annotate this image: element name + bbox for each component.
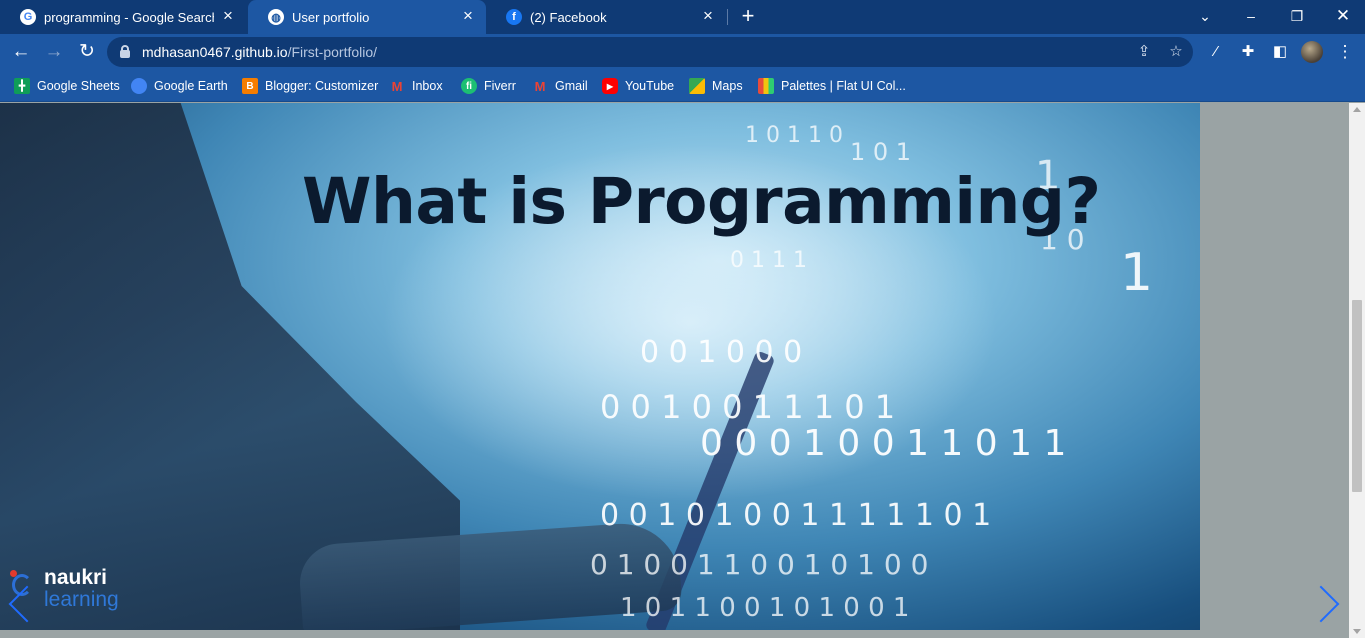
- binary-digits-graphic: 1: [1120, 243, 1154, 303]
- close-icon[interactable]: ×: [220, 7, 236, 24]
- close-icon[interactable]: ×: [460, 7, 476, 24]
- earth-icon: [131, 78, 147, 94]
- bookmark-label: Gmail: [555, 79, 588, 93]
- facebook-icon: f: [506, 9, 522, 25]
- address-bar[interactable]: mdhasan0467.github.io/First-portfolio/ ⇪…: [107, 37, 1193, 67]
- bookmark-palettes[interactable]: Palettes | Flat UI Col...: [758, 76, 906, 96]
- lock-icon[interactable]: [120, 45, 130, 58]
- restore-button[interactable]: ❐: [1284, 3, 1310, 29]
- bookmark-maps[interactable]: Maps: [689, 76, 743, 96]
- logo-line-1: naukri: [44, 566, 108, 589]
- close-window-button[interactable]: ✕: [1330, 3, 1356, 29]
- menu-kebab-icon[interactable]: ⋮: [1332, 39, 1358, 65]
- scroll-down-arrow-icon[interactable]: [1353, 629, 1361, 634]
- tab-search-icon[interactable]: ⌄: [1192, 3, 1218, 29]
- youtube-icon: ▶: [602, 78, 618, 94]
- profile-avatar[interactable]: [1301, 41, 1323, 63]
- new-tab-button[interactable]: +: [737, 5, 759, 27]
- forward-button[interactable]: →: [41, 39, 67, 65]
- binary-digits-graphic: 1 0 1 1 0 0 1 0 1 0 0 1: [620, 593, 910, 623]
- bookmark-label: Inbox: [412, 79, 443, 93]
- maps-icon: [689, 78, 705, 94]
- bookmark-label: Maps: [712, 79, 743, 93]
- binary-digits-graphic: 0 0 1 0 0 0: [640, 335, 803, 370]
- url-path: /First-portfolio/: [287, 44, 378, 60]
- bookmark-blogger[interactable]: B Blogger: Customizer: [242, 76, 378, 96]
- bookmark-label: Google Earth: [154, 79, 228, 93]
- page-scrollbar[interactable]: [1349, 103, 1365, 638]
- binary-digits-graphic: 0 1 1 1: [730, 248, 807, 273]
- carousel-prev-button[interactable]: [8, 583, 46, 627]
- bookmark-label: Blogger: Customizer: [265, 79, 379, 93]
- extensions-puzzle-icon[interactable]: ✚: [1235, 39, 1261, 65]
- hero-slide: 1 0 1 1 0 1 0 1 1 1 0 1 1 1 1 0 0 0 1 0 …: [0, 103, 1200, 630]
- url-text[interactable]: mdhasan0467.github.io/First-portfolio/: [142, 44, 377, 60]
- bookmark-label: Palettes | Flat UI Col...: [781, 79, 906, 93]
- bookmark-gmail[interactable]: M Gmail: [532, 76, 588, 96]
- bookmark-label: Google Sheets: [37, 79, 120, 93]
- bookmarks-bar: ╋ Google Sheets Google Earth B Blogger: …: [0, 70, 1365, 102]
- bookmark-label: Fiverr: [484, 79, 516, 93]
- back-button[interactable]: ←: [8, 39, 34, 65]
- url-host: mdhasan0467.github.io: [142, 44, 288, 60]
- tab-title: (2) Facebook: [530, 9, 607, 25]
- binary-digits-graphic: 0 1 0 0 1 1 0 0 1 0 1 0 0: [590, 548, 929, 581]
- sheets-icon: ╋: [14, 78, 30, 94]
- palettes-icon: [758, 78, 774, 94]
- reload-button[interactable]: ↻: [74, 39, 100, 65]
- globe-icon: ◍: [268, 9, 284, 25]
- tab-facebook[interactable]: f (2) Facebook ×: [486, 0, 726, 34]
- side-panel-icon[interactable]: ◧: [1267, 39, 1293, 65]
- tab-title: User portfolio: [292, 9, 370, 25]
- tab-title: programming - Google Search: [44, 9, 214, 25]
- binary-digits-graphic: 0 0 0 1 0 0 1 1 0 1 1: [700, 423, 1067, 464]
- binary-digits-graphic: 1 0 1 1 0: [745, 123, 843, 148]
- gmail-icon: M: [534, 78, 546, 94]
- blogger-icon: B: [242, 78, 258, 94]
- bookmark-fiverr[interactable]: fi Fiverr: [461, 76, 516, 96]
- bookmark-label: YouTube: [625, 79, 675, 93]
- share-icon[interactable]: ⇪: [1133, 41, 1155, 63]
- binary-digits-graphic: 0 0 1 0 0 1 1 1 0 1: [600, 388, 896, 426]
- bookmark-inbox[interactable]: M Inbox: [389, 76, 443, 96]
- scroll-up-arrow-icon[interactable]: [1353, 107, 1361, 112]
- gmail-icon: M: [391, 78, 403, 94]
- tab-separator: [727, 9, 728, 25]
- logo-line-2: learning: [44, 588, 119, 611]
- eyedropper-extension-icon[interactable]: ⁄: [1203, 39, 1229, 65]
- fiverr-icon: fi: [461, 78, 477, 94]
- carousel-next-button[interactable]: [1302, 583, 1342, 627]
- binary-digits-graphic: 0 0 1 0 1 0 0 1 1 1 1 1 0 1: [600, 498, 992, 533]
- scrollbar-thumb[interactable]: [1352, 300, 1362, 492]
- bookmark-star-icon[interactable]: ☆: [1165, 41, 1187, 63]
- bookmark-youtube[interactable]: ▶ YouTube: [602, 76, 674, 96]
- page-viewport: 1 0 1 1 0 1 0 1 1 1 0 1 1 1 1 0 0 0 1 0 …: [0, 103, 1349, 638]
- close-icon[interactable]: ×: [700, 7, 716, 24]
- minimize-button[interactable]: –: [1238, 3, 1264, 29]
- tab-strip: G programming - Google Search × ◍ User p…: [0, 0, 1365, 34]
- tab-user-portfolio[interactable]: ◍ User portfolio ×: [248, 0, 486, 34]
- chevron-right-icon: [1302, 585, 1340, 623]
- hero-title: What is Programming?: [302, 165, 1101, 238]
- google-icon: G: [20, 9, 36, 25]
- tab-google-search[interactable]: G programming - Google Search ×: [0, 0, 246, 34]
- bookmark-google-sheets[interactable]: ╋ Google Sheets: [14, 76, 120, 96]
- bookmark-google-earth[interactable]: Google Earth: [131, 76, 228, 96]
- browser-toolbar: ← → ↻ mdhasan0467.github.io/First-portfo…: [0, 34, 1365, 70]
- binary-digits-graphic: 1 0 1: [850, 138, 912, 166]
